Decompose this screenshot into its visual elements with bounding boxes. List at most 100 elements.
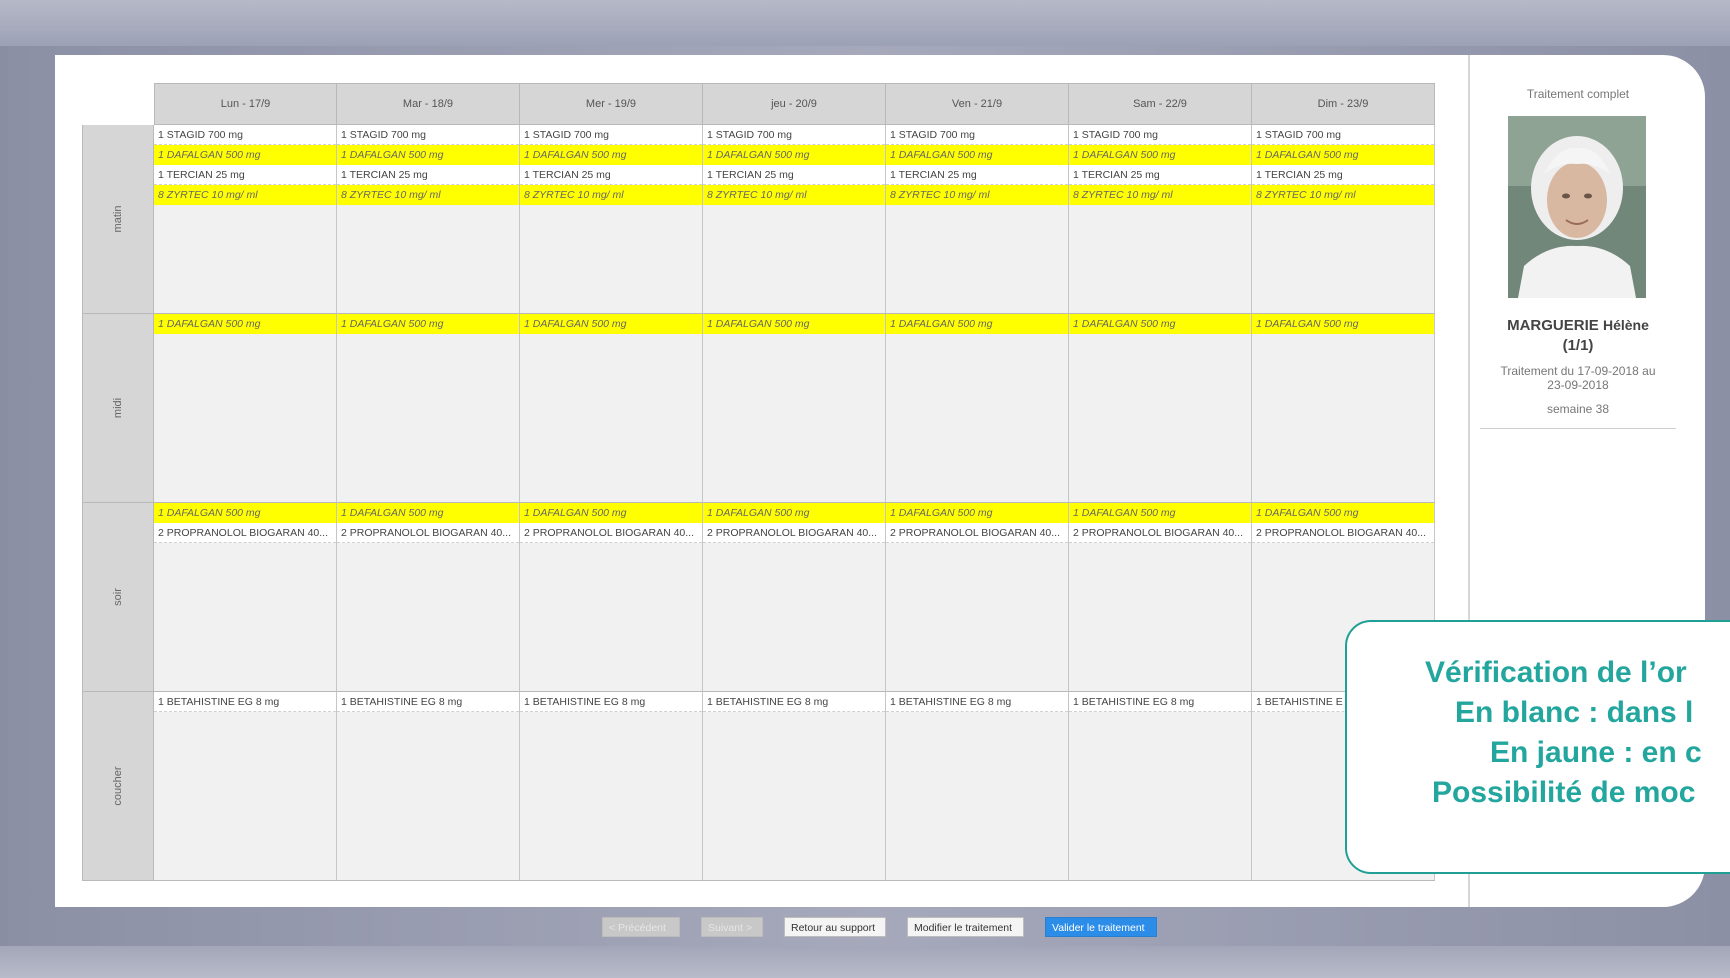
previous-button[interactable]: < Précédent <box>602 917 680 937</box>
day-cell[interactable]: 1 BETAHISTINE EG 8 mg <box>520 692 703 881</box>
medication-entry[interactable]: 1 BETAHISTINE EG 8 mg <box>1069 692 1251 712</box>
medication-entry[interactable]: 1 DAFALGAN 500 mg <box>337 145 519 165</box>
day-cell[interactable]: 1 BETAHISTINE EG 8 mg <box>703 692 886 881</box>
medication-entry[interactable]: 1 STAGID 700 mg <box>154 125 336 145</box>
medication-entry[interactable]: 1 DAFALGAN 500 mg <box>154 314 336 334</box>
next-button[interactable]: Suivant > <box>701 917 763 937</box>
medication-entry[interactable]: 1 DAFALGAN 500 mg <box>1069 503 1251 523</box>
period-label: matin <box>82 125 154 314</box>
medication-entry[interactable]: 1 STAGID 700 mg <box>1069 125 1251 145</box>
day-cell[interactable]: 1 STAGID 700 mg 1 DAFALGAN 500 mg 1 TERCIA… <box>154 125 337 314</box>
medication-entry[interactable]: 1 TERCIAN 25 mg <box>337 165 519 185</box>
annotation-callout: Vérification de l’or En blanc : dans l E… <box>1345 620 1730 874</box>
medication-entry[interactable]: 8 ZYRTEC 10 mg/ ml <box>337 185 519 205</box>
medication-entry[interactable]: 1 TERCIAN 25 mg <box>154 165 336 185</box>
day-cell[interactable]: 1 DAFALGAN 500 mg <box>1252 314 1435 503</box>
day-cell[interactable]: 1 DAFALGAN 500 mg <box>703 314 886 503</box>
patient-name: MARGUERIE Hélène (1/1) <box>1480 315 1676 356</box>
medication-entry[interactable]: 8 ZYRTEC 10 mg/ ml <box>1252 185 1434 205</box>
medication-entry[interactable]: 1 STAGID 700 mg <box>703 125 885 145</box>
medication-entry[interactable]: 1 STAGID 700 mg <box>337 125 519 145</box>
day-header: Ven - 21/9 <box>886 83 1069 125</box>
day-cell[interactable]: 1 STAGID 700 mg 1 DAFALGAN 500 mg 1 TERCIA… <box>1069 125 1252 314</box>
medication-entry[interactable]: 1 STAGID 700 mg <box>520 125 702 145</box>
day-cell[interactable]: 1 DAFALGAN 500 mg <box>520 314 703 503</box>
medication-entry[interactable]: 1 BETAHISTINE EG 8 mg <box>520 692 702 712</box>
day-cell[interactable]: 1 STAGID 700 mg 1 DAFALGAN 500 mg 1 TERCIA… <box>1252 125 1435 314</box>
sidebar-title: Traitement complet <box>1526 87 1630 101</box>
day-cell[interactable]: 1 STAGID 700 mg 1 DAFALGAN 500 mg 1 TERCIA… <box>886 125 1069 314</box>
medication-entry[interactable]: 1 DAFALGAN 500 mg <box>886 503 1068 523</box>
day-cell[interactable]: 1 DAFALGAN 500 mg <box>154 314 337 503</box>
medication-entry[interactable]: 2 PROPRANOLOL BIOGARAN 40... <box>520 523 702 543</box>
modify-treatment-button[interactable]: Modifier le traitement <box>907 917 1024 937</box>
sidebar-separator <box>1480 428 1676 429</box>
medication-entry[interactable]: 1 DAFALGAN 500 mg <box>520 145 702 165</box>
day-cell[interactable]: 1 DAFALGAN 500 mg 2 PROPRANOLOL BIOGARAN … <box>703 503 886 692</box>
day-cell[interactable]: 1 STAGID 700 mg 1 DAFALGAN 500 mg 1 TERCIA… <box>337 125 520 314</box>
medication-entry[interactable]: 1 STAGID 700 mg <box>1252 125 1434 145</box>
medication-entry[interactable]: 8 ZYRTEC 10 mg/ ml <box>154 185 336 205</box>
back-to-support-button[interactable]: Retour au support <box>784 917 886 937</box>
medication-entry[interactable]: 1 TERCIAN 25 mg <box>1252 165 1434 185</box>
day-cell[interactable]: 1 BETAHISTINE EG 8 mg <box>154 692 337 881</box>
medication-entry[interactable]: 8 ZYRTEC 10 mg/ ml <box>886 185 1068 205</box>
medication-entry[interactable]: 1 DAFALGAN 500 mg <box>154 503 336 523</box>
medication-entry[interactable]: 1 TERCIAN 25 mg <box>886 165 1068 185</box>
validate-treatment-button[interactable]: Valider le traitement <box>1045 917 1157 937</box>
day-cell[interactable]: 1 BETAHISTINE EG 8 mg <box>337 692 520 881</box>
treatment-period-end: 23-09-2018 <box>1547 378 1609 392</box>
period-label-text: soir <box>112 588 124 606</box>
medication-entry[interactable]: 8 ZYRTEC 10 mg/ ml <box>703 185 885 205</box>
period-label: midi <box>82 314 154 503</box>
medication-entry[interactable]: 2 PROPRANOLOL BIOGARAN 40... <box>1252 523 1434 543</box>
day-cell[interactable]: 1 STAGID 700 mg 1 DAFALGAN 500 mg 1 TERCIA… <box>520 125 703 314</box>
medication-entry[interactable]: 1 DAFALGAN 500 mg <box>1252 314 1434 334</box>
medication-entry[interactable]: 1 DAFALGAN 500 mg <box>337 503 519 523</box>
day-cell[interactable]: 1 DAFALGAN 500 mg 2 PROPRANOLOL BIOGARAN … <box>520 503 703 692</box>
day-cell[interactable]: 1 DAFALGAN 500 mg 2 PROPRANOLOL BIOGARAN … <box>1069 503 1252 692</box>
day-header: Sam - 22/9 <box>1069 83 1252 125</box>
medication-entry[interactable]: 1 DAFALGAN 500 mg <box>886 314 1068 334</box>
day-cell[interactable]: 1 DAFALGAN 500 mg <box>1069 314 1252 503</box>
medication-entry[interactable]: 1 DAFALGAN 500 mg <box>1069 314 1251 334</box>
day-cell[interactable]: 1 BETAHISTINE EG 8 mg <box>886 692 1069 881</box>
day-cell[interactable]: 1 DAFALGAN 500 mg <box>337 314 520 503</box>
medication-entry[interactable]: 2 PROPRANOLOL BIOGARAN 40... <box>886 523 1068 543</box>
medication-entry[interactable]: 1 DAFALGAN 500 mg <box>520 314 702 334</box>
medication-entry[interactable]: 1 DAFALGAN 500 mg <box>154 145 336 165</box>
medication-entry[interactable]: 8 ZYRTEC 10 mg/ ml <box>520 185 702 205</box>
medication-entry[interactable]: 1 DAFALGAN 500 mg <box>520 503 702 523</box>
medication-entry[interactable]: 1 STAGID 700 mg <box>886 125 1068 145</box>
medication-entry[interactable]: 1 DAFALGAN 500 mg <box>1252 503 1434 523</box>
day-cell[interactable]: 1 BETAHISTINE EG 8 mg <box>1069 692 1252 881</box>
medication-entry[interactable]: 1 BETAHISTINE EG 8 mg <box>337 692 519 712</box>
day-header: jeu - 20/9 <box>703 83 886 125</box>
medication-entry[interactable]: 1 DAFALGAN 500 mg <box>337 314 519 334</box>
day-header: Dim - 23/9 <box>1252 83 1435 125</box>
medication-entry[interactable]: 1 TERCIAN 25 mg <box>1069 165 1251 185</box>
day-header: Lun - 17/9 <box>154 83 337 125</box>
day-cell[interactable]: 1 STAGID 700 mg 1 DAFALGAN 500 mg 1 TERCIA… <box>703 125 886 314</box>
medication-entry[interactable]: 2 PROPRANOLOL BIOGARAN 40... <box>337 523 519 543</box>
medication-entry[interactable]: 1 BETAHISTINE EG 8 mg <box>703 692 885 712</box>
medication-entry[interactable]: 8 ZYRTEC 10 mg/ ml <box>1069 185 1251 205</box>
medication-entry[interactable]: 2 PROPRANOLOL BIOGARAN 40... <box>703 523 885 543</box>
medication-entry[interactable]: 1 DAFALGAN 500 mg <box>703 145 885 165</box>
medication-entry[interactable]: 1 BETAHISTINE EG 8 mg <box>886 692 1068 712</box>
medication-entry[interactable]: 2 PROPRANOLOL BIOGARAN 40... <box>1069 523 1251 543</box>
medication-entry[interactable]: 1 TERCIAN 25 mg <box>520 165 702 185</box>
medication-entry[interactable]: 2 PROPRANOLOL BIOGARAN 40... <box>154 523 336 543</box>
medication-entry[interactable]: 1 DAFALGAN 500 mg <box>1252 145 1434 165</box>
day-cell[interactable]: 1 DAFALGAN 500 mg 2 PROPRANOLOL BIOGARAN … <box>154 503 337 692</box>
medication-entry[interactable]: 1 BETAHISTINE EG 8 mg <box>154 692 336 712</box>
day-cell[interactable]: 1 DAFALGAN 500 mg <box>886 314 1069 503</box>
medication-entry[interactable]: 1 DAFALGAN 500 mg <box>1069 145 1251 165</box>
day-cell[interactable]: 1 DAFALGAN 500 mg 2 PROPRANOLOL BIOGARAN … <box>886 503 1069 692</box>
medication-entry[interactable]: 1 TERCIAN 25 mg <box>703 165 885 185</box>
medication-entry[interactable]: 1 DAFALGAN 500 mg <box>703 503 885 523</box>
day-cell[interactable]: 1 DAFALGAN 500 mg 2 PROPRANOLOL BIOGARAN … <box>337 503 520 692</box>
medication-entry[interactable]: 1 DAFALGAN 500 mg <box>886 145 1068 165</box>
period-row-soir: soir 1 DAFALGAN 500 mg 2 PROPRANOLOL BIOGA… <box>82 503 1435 692</box>
medication-entry[interactable]: 1 DAFALGAN 500 mg <box>703 314 885 334</box>
